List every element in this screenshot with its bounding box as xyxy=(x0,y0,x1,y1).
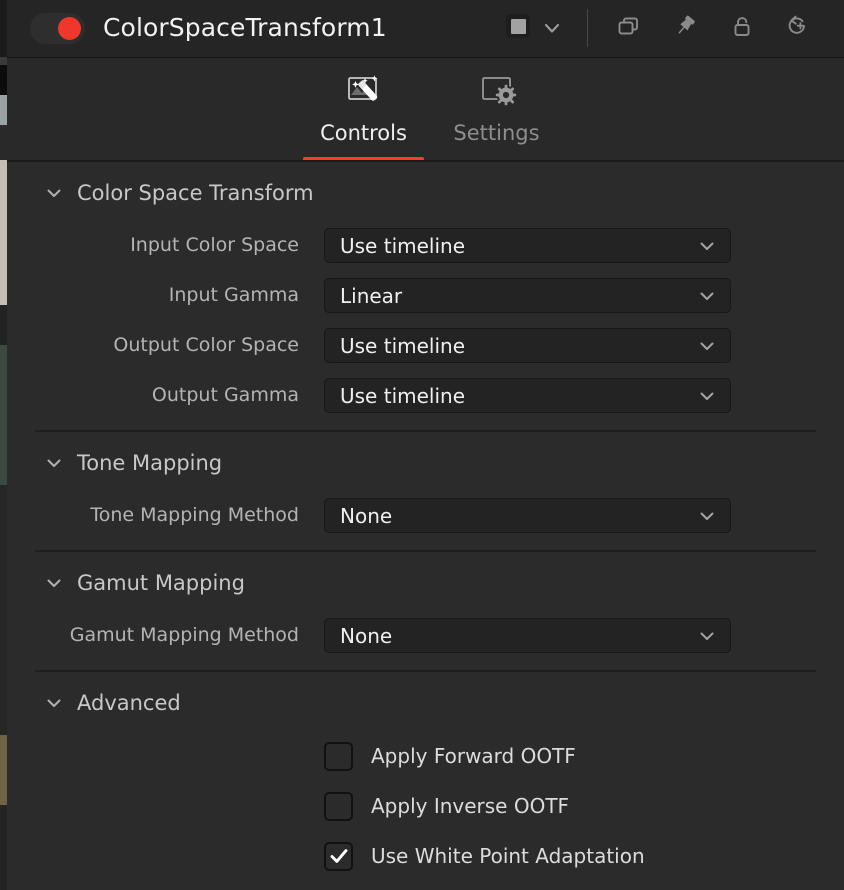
node-title-bar: ColorSpaceTransform1 xyxy=(7,0,844,58)
dropdown-value: Use timeline xyxy=(340,333,465,358)
dropdown-gamut-mapping-method[interactable]: None xyxy=(324,618,731,653)
tab-settings[interactable]: Settings xyxy=(444,69,549,161)
section-divider xyxy=(35,670,816,672)
tab-controls-label: Controls xyxy=(320,121,407,145)
inspector-panel: ColorSpaceTransform1 Controls Settings C… xyxy=(0,0,844,890)
dropdown-input-color-space[interactable]: Use timeline xyxy=(324,228,731,263)
section-header-tone-mapping[interactable]: Tone Mapping xyxy=(43,450,222,476)
section-title: Tone Mapping xyxy=(77,451,223,475)
dropdown-value: Linear xyxy=(340,283,403,308)
label-output-color-space: Output Color Space xyxy=(113,334,299,356)
dropdown-input-gamma[interactable]: Linear xyxy=(324,278,731,313)
dropdown-output-color-space[interactable]: Use timeline xyxy=(324,328,731,363)
label-input-gamma: Input Gamma xyxy=(168,284,299,306)
dropdown-value: Use timeline xyxy=(340,383,465,408)
swatch-fill xyxy=(510,18,526,34)
dropdown-output-gamma[interactable]: Use timeline xyxy=(324,378,731,413)
dropdown-value: Use timeline xyxy=(340,233,465,258)
controls-content: Color Space Transform Input Color Space … xyxy=(7,162,844,890)
node-color-swatch[interactable] xyxy=(506,14,530,38)
checkbox-label: Apply Forward OOTF xyxy=(371,744,576,768)
tab-settings-label: Settings xyxy=(453,121,540,145)
chevron-down-icon xyxy=(696,625,718,647)
section-title: Gamut Mapping xyxy=(77,571,245,595)
chevron-down-icon xyxy=(696,385,718,407)
checkbox-label: Use White Point Adaptation xyxy=(371,844,645,868)
chevron-down-icon xyxy=(43,182,65,204)
checkbox-apply-forward-ootf[interactable] xyxy=(324,741,353,771)
chevron-down-icon xyxy=(696,235,718,257)
label-gamut-mapping-method: Gamut Mapping Method xyxy=(69,624,299,646)
section-divider xyxy=(35,550,816,552)
checkbox-row-apply-forward-ootf[interactable]: Apply Forward OOTF xyxy=(324,741,576,771)
section-header-color-space-transform[interactable]: Color Space Transform xyxy=(43,180,314,206)
checkbox-row-use-white-point-adaptation[interactable]: Use White Point Adaptation xyxy=(324,841,645,871)
section-divider xyxy=(35,430,816,432)
chevron-down-icon xyxy=(696,335,718,357)
node-title: ColorSpaceTransform1 xyxy=(103,13,387,42)
dropdown-tone-mapping-method[interactable]: None xyxy=(324,498,731,533)
tab-bar: Controls Settings xyxy=(7,57,844,162)
section-header-gamut-mapping[interactable]: Gamut Mapping xyxy=(43,570,245,596)
dropdown-value: None xyxy=(340,503,393,528)
gear-icon xyxy=(474,69,520,115)
chevron-down-icon xyxy=(43,572,65,594)
duplicate-icon[interactable] xyxy=(615,12,643,40)
checkbox-label: Apply Inverse OOTF xyxy=(371,794,570,818)
tab-controls[interactable]: Controls xyxy=(303,69,424,161)
toggle-knob xyxy=(58,17,81,40)
pin-icon[interactable] xyxy=(671,12,699,40)
section-title: Color Space Transform xyxy=(77,181,314,205)
checkbox-apply-inverse-ootf[interactable] xyxy=(324,791,353,821)
chevron-down-icon xyxy=(43,692,65,714)
chevron-down-icon xyxy=(696,505,718,527)
chevron-down-icon[interactable] xyxy=(541,17,563,39)
label-output-gamma: Output Gamma xyxy=(151,384,299,406)
checkbox-row-apply-inverse-ootf[interactable]: Apply Inverse OOTF xyxy=(324,791,569,821)
toolbar-divider xyxy=(587,9,588,47)
section-title: Advanced xyxy=(77,691,181,715)
checkbox-use-white-point-adaptation[interactable] xyxy=(324,841,353,871)
chevron-down-icon xyxy=(696,285,718,307)
lock-icon[interactable] xyxy=(728,12,756,40)
label-input-color-space: Input Color Space xyxy=(130,234,299,256)
section-header-advanced[interactable]: Advanced xyxy=(43,690,181,716)
node-enable-toggle[interactable] xyxy=(30,13,85,44)
dropdown-value: None xyxy=(340,623,393,648)
reset-icon[interactable] xyxy=(783,12,811,40)
label-tone-mapping-method: Tone Mapping Method xyxy=(90,504,299,526)
left-edge-strip xyxy=(0,0,7,890)
active-tab-underline xyxy=(303,157,424,161)
check-icon xyxy=(330,849,347,863)
chevron-down-icon xyxy=(43,452,65,474)
magic-wand-icon xyxy=(341,69,387,115)
